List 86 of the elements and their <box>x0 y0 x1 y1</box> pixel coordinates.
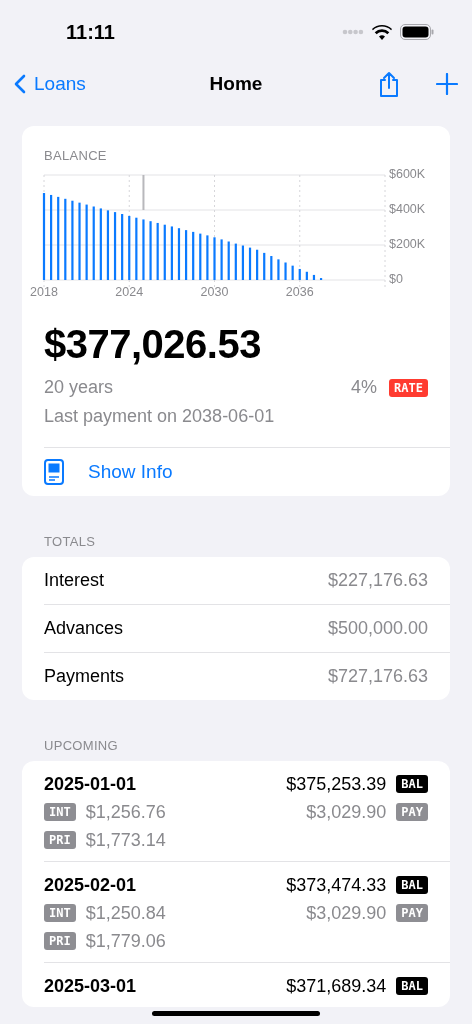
payment-date: 2025-02-01 <box>44 874 137 896</box>
x-tick-label: 2018 <box>30 285 58 299</box>
section-header: TOTALS <box>43 533 97 551</box>
last-payment-text: Last payment on 2038-06-01 <box>44 406 276 427</box>
bar <box>185 230 188 280</box>
balance-value: $375,253.39 <box>286 773 387 795</box>
share-icon[interactable] <box>378 70 400 98</box>
balance-badge: BAL <box>396 876 428 894</box>
bar <box>305 271 308 280</box>
principal-value: $1,779.06 <box>85 930 166 952</box>
bar <box>270 256 273 280</box>
bar <box>121 214 124 280</box>
bar <box>291 265 294 280</box>
bar <box>227 241 230 280</box>
bar <box>135 217 138 280</box>
chart-title: BALANCE <box>44 148 108 163</box>
payment-date: 2025-03-01 <box>44 975 137 997</box>
bar <box>248 247 252 280</box>
payment-badge: PAY <box>396 904 428 922</box>
bar <box>128 215 131 280</box>
bar <box>156 222 159 280</box>
document-icon <box>44 459 64 485</box>
bar <box>213 237 216 280</box>
battery-icon <box>400 24 434 40</box>
rate-badge: RATE <box>389 378 428 397</box>
interest-rate: 4% <box>351 377 378 398</box>
bar <box>312 274 316 280</box>
payment-date: 2025-01-01 <box>44 773 137 795</box>
no-signal-icon <box>342 29 364 35</box>
interest-badge: INT <box>44 803 76 821</box>
principal-badge: PRI <box>44 932 76 950</box>
y-tick-label: $600K <box>389 169 426 182</box>
bar <box>199 233 202 280</box>
bar <box>263 252 266 280</box>
bar <box>163 224 166 280</box>
bar <box>206 235 209 280</box>
bar <box>113 212 117 280</box>
bar <box>298 269 301 280</box>
total-value: $227,176.63 <box>327 570 428 591</box>
bar <box>234 243 237 280</box>
bar <box>170 226 173 280</box>
bar <box>284 262 287 280</box>
total-value: $727,176.63 <box>327 666 428 687</box>
balance-badge: BAL <box>396 977 428 995</box>
total-label: Interest <box>44 570 105 591</box>
bar <box>99 208 102 280</box>
show-info-link[interactable]: Show Info <box>22 448 450 496</box>
bar <box>106 210 110 280</box>
nav-title: Home <box>209 73 263 95</box>
interest-value: $1,256.76 <box>85 801 166 823</box>
total-value: $500,000.00 <box>327 618 428 639</box>
y-tick-label: $0 <box>389 272 403 287</box>
principal-value: $1,773.14 <box>85 829 166 851</box>
x-tick-label: 2036 <box>285 285 314 299</box>
principal-badge: PRI <box>44 831 76 849</box>
bar <box>192 231 195 280</box>
payment-value: $3,029.90 <box>306 801 387 823</box>
x-tick-label: 2030 <box>200 285 229 299</box>
bar <box>177 228 181 280</box>
current-date-rule <box>142 175 145 210</box>
payment-value: $3,029.90 <box>306 902 387 924</box>
total-label: Advances <box>44 618 124 639</box>
back-button[interactable]: Loans <box>14 73 86 95</box>
section-header: UPCOMING <box>43 737 119 755</box>
interest-value: $1,250.84 <box>85 902 166 924</box>
bar <box>241 245 244 280</box>
bar <box>142 219 145 280</box>
loan-term: 20 years <box>44 377 114 398</box>
bar <box>149 221 152 280</box>
add-icon[interactable] <box>436 73 458 95</box>
balance-value: $373,474.33 <box>286 874 387 896</box>
bar <box>220 239 223 280</box>
balance-value: $371,689.34 <box>286 975 387 997</box>
x-tick-label: 2024 <box>115 285 144 299</box>
balance-amount: $377,026.53 <box>44 322 262 367</box>
y-tick-label: $400K <box>389 202 426 217</box>
interest-badge: INT <box>44 904 76 922</box>
bar <box>256 249 259 280</box>
chevron-left-icon <box>14 74 26 94</box>
y-tick-label: $200K <box>389 237 426 252</box>
bar <box>277 259 280 280</box>
wifi-icon <box>372 24 392 40</box>
balance-badge: BAL <box>396 775 428 793</box>
payment-badge: PAY <box>396 803 428 821</box>
total-label: Payments <box>44 666 125 687</box>
status-time: 11:11 <box>66 20 115 44</box>
